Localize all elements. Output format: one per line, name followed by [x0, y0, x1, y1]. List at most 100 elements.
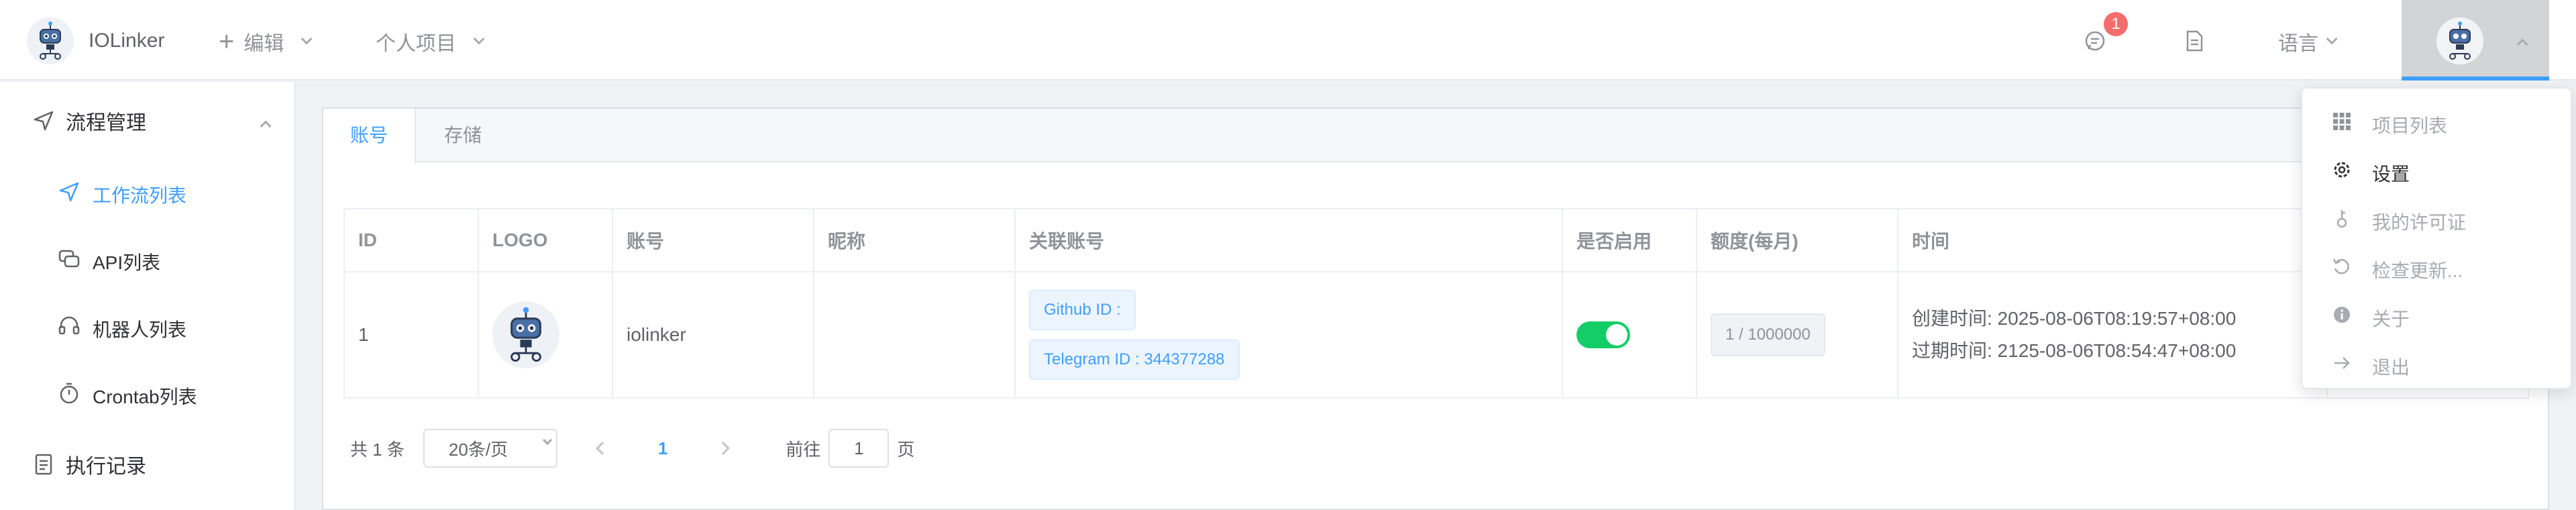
- chat-bubbles-icon: [58, 250, 80, 268]
- user-menu-trigger[interactable]: [2402, 0, 2549, 81]
- column-header-enabled[interactable]: 是否启用: [1562, 208, 1697, 272]
- gear-icon: [2334, 162, 2350, 178]
- next-page-button[interactable]: [716, 442, 731, 455]
- table-row: 1 iolinker Github ID: Telegram ID: 344…: [343, 271, 2529, 399]
- language-menu[interactable]: 语言: [2278, 27, 2338, 56]
- edit-menu[interactable]: + 编辑: [219, 27, 313, 56]
- prev-page-button[interactable]: [596, 442, 609, 455]
- info-icon: [2334, 307, 2350, 323]
- tab-storage[interactable]: 存储: [417, 109, 508, 162]
- language-menu-label: 语言: [2278, 33, 2318, 55]
- menu-item-check-updates[interactable]: 检查更新...: [2302, 242, 2571, 290]
- sidebar-group-label: 执行记录: [66, 456, 146, 478]
- account-panel: 账号 存储 ID LOGO 账号 昵称 关联账号 是否启用 额度(每月) 时间 …: [322, 107, 2549, 510]
- page-number-current[interactable]: 1: [658, 438, 667, 459]
- quota-value: 1 / 1000000: [1711, 313, 1825, 356]
- sidebar-item-robot-list[interactable]: 机器人列表: [0, 293, 295, 360]
- column-header-account[interactable]: 账号: [612, 208, 814, 272]
- message-count-badge: 1: [2104, 12, 2128, 36]
- app-title: IOLinker: [89, 30, 165, 52]
- user-dropdown-menu: 项目列表 设置 我的许可证 检查更新... 关于 退出: [2301, 87, 2572, 389]
- pagination-total: 共 1 条: [350, 439, 405, 460]
- table-header-row: ID LOGO 账号 昵称 关联账号 是否启用 额度(每月) 时间: [343, 208, 2529, 272]
- cell-enabled: [1562, 271, 1697, 399]
- cell-quota: 1 / 1000000: [1696, 271, 1898, 399]
- column-header-logo[interactable]: LOGO: [478, 208, 613, 272]
- navigation-icon: [59, 182, 79, 202]
- telegram-id-tag: Telegram ID : 344377288: [1029, 340, 1240, 380]
- menu-item-settings[interactable]: 设置: [2302, 145, 2571, 193]
- tab-bar: 账号 存储: [323, 109, 2548, 164]
- project-menu-label: 个人项目: [376, 33, 456, 55]
- key-icon: [2337, 210, 2347, 228]
- menu-item-logout[interactable]: 退出: [2302, 338, 2571, 387]
- sidebar-item-label: 工作流列表: [93, 185, 187, 206]
- chevron-down-icon: [473, 33, 485, 45]
- column-header-linked-accounts[interactable]: 关联账号: [1014, 208, 1563, 272]
- enabled-toggle[interactable]: [1576, 321, 1630, 348]
- sidebar-item-label: 机器人列表: [93, 319, 187, 340]
- cell-account: iolinker: [612, 271, 814, 399]
- stopwatch-icon: [60, 382, 78, 404]
- edit-menu-label: 编辑: [244, 33, 284, 55]
- tab-account[interactable]: 账号: [323, 109, 417, 164]
- page-size-select[interactable]: 20条/页: [423, 429, 557, 468]
- menu-item-label: 设置: [2372, 164, 2410, 185]
- column-header-time[interactable]: 时间: [1897, 208, 2328, 272]
- plus-icon: +: [219, 27, 235, 56]
- robot-logo-icon[interactable]: [27, 17, 74, 64]
- cell-linked-accounts: Github ID : Telegram ID : 344377288: [1014, 271, 1563, 399]
- toggle-knob: [1606, 324, 1627, 346]
- robot-avatar: [492, 301, 559, 368]
- grid-icon: [2333, 113, 2351, 130]
- pagination: 共 1 条 20条/页 1 前往 页: [350, 428, 914, 468]
- column-header-id[interactable]: ID: [343, 208, 479, 272]
- sidebar-item-label: API列表: [93, 252, 161, 273]
- menu-item-about[interactable]: 关于: [2302, 290, 2571, 338]
- sidebar-item-crontab-list[interactable]: Crontab列表: [0, 360, 295, 427]
- sidebar-item-api-list[interactable]: API列表: [0, 225, 295, 293]
- page-size-value: 20条/页: [448, 439, 508, 460]
- menu-item-label: 退出: [2372, 357, 2410, 378]
- github-id-tag: Github ID :: [1029, 290, 1136, 330]
- chevron-up-icon: [260, 120, 272, 132]
- column-header-quota[interactable]: 额度(每月): [1696, 208, 1898, 272]
- cell-logo: [478, 271, 613, 399]
- cell-nickname: [813, 271, 1016, 399]
- menu-item-label: 检查更新...: [2372, 260, 2463, 281]
- menu-item-label: 关于: [2372, 309, 2410, 329]
- sidebar-item-workflow-list[interactable]: 工作流列表: [0, 158, 295, 225]
- navigation-icon: [34, 111, 54, 131]
- menu-item-project-list[interactable]: 项目列表: [2302, 97, 2571, 145]
- menu-item-label: 项目列表: [2372, 115, 2448, 136]
- page-suffix-label: 页: [897, 439, 915, 460]
- account-table: ID LOGO 账号 昵称 关联账号 是否启用 额度(每月) 时间 1 ioli…: [343, 208, 2529, 399]
- headset-icon: [58, 316, 80, 335]
- sidebar-group-execution-records[interactable]: 执行记录: [0, 431, 295, 498]
- sidebar: 流程管理 工作流列表 API列表 机器人列表 Crontab列表 执行记录: [0, 82, 295, 510]
- user-avatar: [2436, 17, 2483, 64]
- menu-item-label: 我的许可证: [2372, 212, 2467, 233]
- goto-page-input[interactable]: [828, 429, 890, 468]
- top-header: IOLinker + 编辑 个人项目 1 语言: [0, 0, 2576, 81]
- sidebar-group-workflow[interactable]: 流程管理: [0, 87, 295, 154]
- expire-time: 过期时间: 2125-08-06T08:54:47+08:00: [1912, 340, 2237, 361]
- cell-id: 1: [343, 271, 479, 399]
- document-icon: [35, 454, 52, 475]
- document-icon[interactable]: [2183, 30, 2206, 52]
- message-icon[interactable]: [2084, 30, 2106, 52]
- refresh-icon: [2332, 258, 2349, 274]
- created-time: 创建时间: 2025-08-06T08:19:57+08:00: [1912, 308, 2237, 329]
- sidebar-item-label: Crontab列表: [93, 387, 197, 407]
- chevron-down-icon: [542, 435, 552, 446]
- goto-label: 前往: [786, 439, 821, 460]
- cell-time: 创建时间: 2025-08-06T08:19:57+08:00 过期时间: 21…: [1897, 271, 2328, 399]
- chevron-down-icon: [2326, 33, 2338, 45]
- column-header-nickname[interactable]: 昵称: [813, 208, 1016, 272]
- menu-item-my-license[interactable]: 我的许可证: [2302, 193, 2571, 242]
- chevron-down-icon: [301, 33, 313, 45]
- arrow-right-icon: [2334, 357, 2350, 369]
- project-menu[interactable]: 个人项目: [376, 27, 485, 56]
- chevron-up-icon: [2516, 38, 2528, 50]
- sidebar-group-label: 流程管理: [66, 112, 146, 134]
